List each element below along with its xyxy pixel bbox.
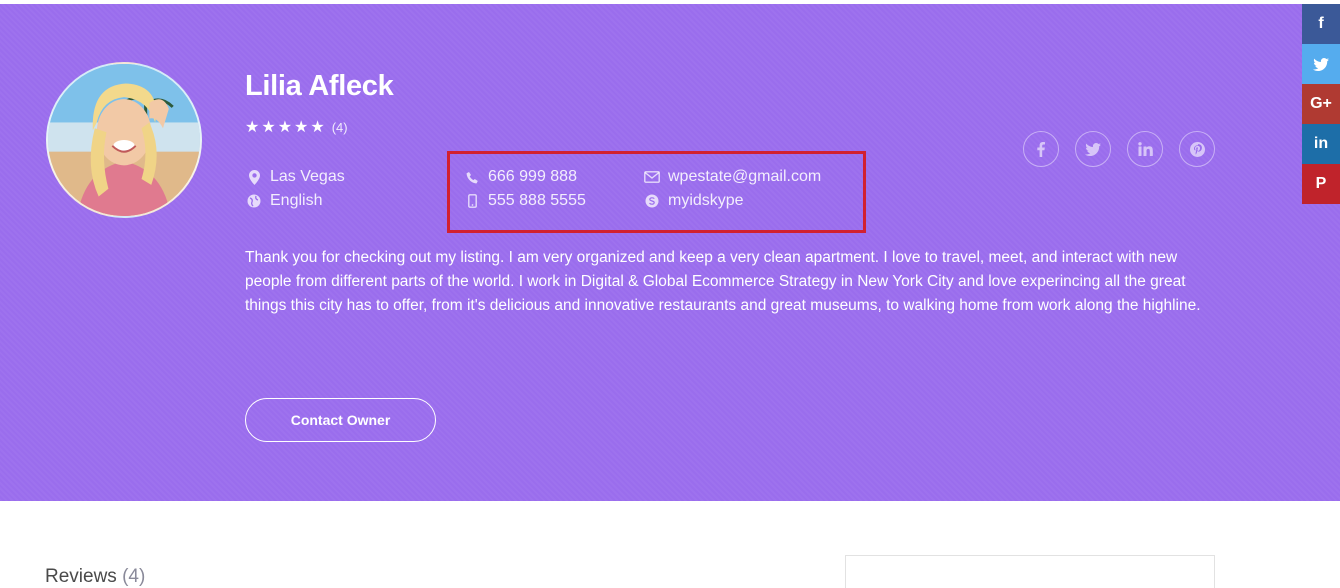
star-icon: ★ <box>310 119 325 136</box>
sidebar-card <box>845 555 1215 588</box>
facebook-icon: f <box>1318 15 1324 32</box>
reviews-heading: Reviews (4) <box>45 566 145 588</box>
map-pin-icon <box>245 169 263 185</box>
twitter-icon <box>1313 57 1329 71</box>
owner-language: English <box>245 192 322 210</box>
owner-location: Las Vegas <box>245 168 345 186</box>
owner-avatar <box>46 62 202 218</box>
twitter-icon[interactable] <box>1075 131 1111 167</box>
star-icon: ★ <box>294 119 309 136</box>
google-plus-icon: G+ <box>1310 95 1332 112</box>
google-plus-share-button[interactable]: G+ <box>1302 84 1340 124</box>
star-icon: ★ <box>261 119 276 136</box>
star-icon: ★ <box>245 119 260 136</box>
contact-details-highlight <box>447 151 866 233</box>
globe-icon <box>245 194 263 208</box>
twitter-share-button[interactable] <box>1302 44 1340 84</box>
linkedin-icon[interactable] <box>1127 131 1163 167</box>
reviews-title-text: Reviews <box>45 566 117 587</box>
reviews-count: (4) <box>122 566 146 587</box>
linkedin-icon: in <box>1313 135 1329 152</box>
contact-owner-button[interactable]: Contact Owner <box>245 398 436 442</box>
profile-social-links <box>1023 131 1231 167</box>
star-icon: ★ <box>277 119 293 136</box>
pinterest-icon: P <box>1315 175 1327 192</box>
owner-rating: ★ ★ ★ ★ ★ (4) <box>245 118 348 138</box>
pinterest-icon[interactable] <box>1179 131 1215 167</box>
owner-bio: Thank you for checking out my listing. I… <box>245 249 1201 314</box>
rating-count: (4) <box>331 120 348 135</box>
facebook-icon[interactable] <box>1023 131 1059 167</box>
share-sidebar: f G+ in P <box>1302 4 1340 204</box>
location-text: Las Vegas <box>270 168 345 185</box>
owner-name: Lilia Afleck <box>245 70 394 102</box>
linkedin-share-button[interactable]: in <box>1302 124 1340 164</box>
pinterest-share-button[interactable]: P <box>1302 164 1340 204</box>
facebook-share-button[interactable]: f <box>1302 4 1340 44</box>
language-text: English <box>270 192 323 209</box>
